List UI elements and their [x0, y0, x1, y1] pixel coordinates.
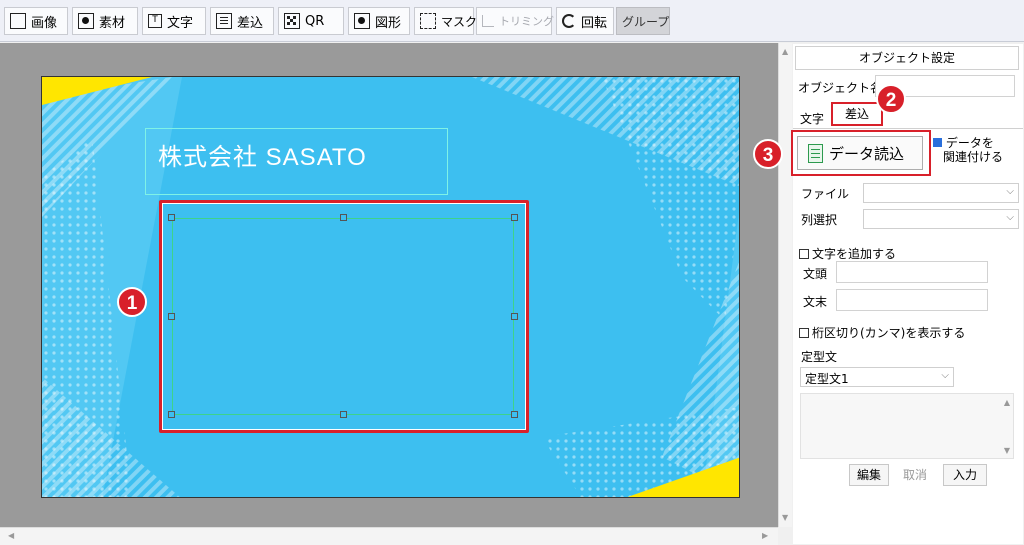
- trim-button[interactable]: トリミング: [476, 7, 554, 35]
- column-select[interactable]: ⌵: [863, 209, 1019, 229]
- tab-divider: [793, 128, 1023, 129]
- resize-handle[interactable]: [168, 214, 175, 221]
- scroll-down-icon[interactable]: ▼: [782, 513, 788, 522]
- file-select[interactable]: ⌵: [863, 183, 1019, 203]
- mask-button[interactable]: マスク: [414, 7, 477, 35]
- link-data-checkbox[interactable]: データを 関連付ける: [933, 136, 1003, 164]
- checkbox-icon: [799, 328, 809, 338]
- resize-handle[interactable]: [168, 411, 175, 418]
- step-badge-1: 1: [117, 287, 147, 317]
- template-label: 定型文: [801, 350, 838, 364]
- text-button[interactable]: T 文字: [142, 7, 206, 35]
- prefix-input[interactable]: [836, 261, 988, 283]
- separator-label: 桁区切り(カンマ)を表示する: [812, 326, 966, 340]
- file-label: ファイル: [801, 187, 850, 201]
- spreadsheet-icon: [808, 143, 823, 163]
- scroll-right-icon[interactable]: ▶: [762, 531, 768, 540]
- merge-button[interactable]: 差込: [210, 7, 274, 35]
- link-data-label-1: データを: [945, 136, 994, 150]
- chevron-down-icon: ⌵: [1006, 212, 1014, 223]
- add-text-label: 文字を追加する: [812, 247, 897, 261]
- prefix-label: 文頭: [803, 267, 828, 281]
- data-load-button[interactable]: データ読込: [797, 136, 923, 170]
- suffix-input[interactable]: [836, 289, 988, 311]
- tab-merge-label: 差込: [844, 107, 869, 121]
- panel-title: オブジェクト設定: [858, 51, 955, 65]
- scroll-up-icon[interactable]: ▲: [1004, 398, 1010, 407]
- input-button[interactable]: 入力: [943, 464, 987, 486]
- scroll-down-icon[interactable]: ▼: [1004, 446, 1010, 455]
- qr-code-icon: [284, 13, 300, 29]
- object-name-label: オブジェクト名: [798, 81, 883, 95]
- data-load-label: データ読込: [829, 144, 905, 163]
- step-badge-2: 2: [876, 84, 906, 114]
- chevron-down-icon: ⌵: [1006, 186, 1014, 197]
- scroll-up-icon[interactable]: ▲: [782, 47, 788, 56]
- separator-checkbox[interactable]: 桁区切り(カンマ)を表示する: [799, 324, 965, 341]
- vertical-scrollbar[interactable]: ▲ ▼: [778, 43, 792, 527]
- cancel-button[interactable]: 取消: [895, 464, 935, 486]
- suffix-label: 文末: [803, 295, 828, 309]
- template-textarea[interactable]: ▲ ▼: [800, 393, 1014, 459]
- crop-icon: [482, 15, 494, 27]
- checkbox-checked-icon: [933, 138, 942, 147]
- material-button[interactable]: 素材: [72, 7, 138, 35]
- checkbox-icon: [799, 249, 809, 259]
- group-button[interactable]: グループ: [616, 7, 670, 35]
- add-text-checkbox[interactable]: 文字を追加する: [799, 245, 896, 262]
- company-text-frame[interactable]: 株式会社 SASATO: [145, 128, 448, 195]
- qr-button[interactable]: QR: [278, 7, 344, 35]
- image-button[interactable]: 画像: [4, 7, 68, 35]
- edit-button[interactable]: 編集: [849, 464, 889, 486]
- template-select[interactable]: 定型文1 ⌵: [800, 367, 954, 387]
- image-icon: [10, 13, 26, 29]
- resize-handle[interactable]: [168, 313, 175, 320]
- rotate-icon: [562, 14, 576, 28]
- scroll-left-icon[interactable]: ◀: [8, 531, 14, 540]
- panel-title-bar: オブジェクト設定: [795, 46, 1019, 70]
- resize-handle[interactable]: [511, 313, 518, 320]
- business-card[interactable]: 株式会社 SASATO: [41, 76, 740, 498]
- step-badge-3: 3: [753, 139, 783, 169]
- text-icon: T: [148, 14, 162, 28]
- shape-icon: [354, 13, 370, 29]
- company-name: 株式会社 SASATO: [158, 144, 367, 171]
- material-icon: [78, 13, 94, 29]
- shape-button[interactable]: 図形: [348, 7, 410, 35]
- chevron-down-icon: ⌵: [941, 370, 949, 381]
- template-value: 定型文1: [805, 372, 849, 386]
- rotate-button[interactable]: 回転: [556, 7, 614, 35]
- link-data-label-2: 関連付ける: [943, 150, 1004, 164]
- resize-handle[interactable]: [340, 411, 347, 418]
- object-settings-panel: オブジェクト設定 オブジェクト名 文字 差込 データ読込 データを 関連付ける …: [791, 44, 1023, 544]
- resize-handle[interactable]: [511, 214, 518, 221]
- tab-text[interactable]: 文字: [800, 110, 824, 127]
- horizontal-scrollbar[interactable]: ◀ ▶: [0, 527, 778, 545]
- mask-icon: [420, 13, 436, 29]
- resize-handle[interactable]: [340, 214, 347, 221]
- resize-handle[interactable]: [511, 411, 518, 418]
- column-label: 列選択: [801, 213, 838, 227]
- toolbar: 画像 素材 T 文字 差込 QR 図形 マスク トリミング 回転 グループ: [0, 0, 1024, 42]
- tab-merge[interactable]: 差込: [831, 102, 883, 126]
- merge-text-frame[interactable]: [172, 218, 514, 415]
- document-icon: [216, 13, 232, 29]
